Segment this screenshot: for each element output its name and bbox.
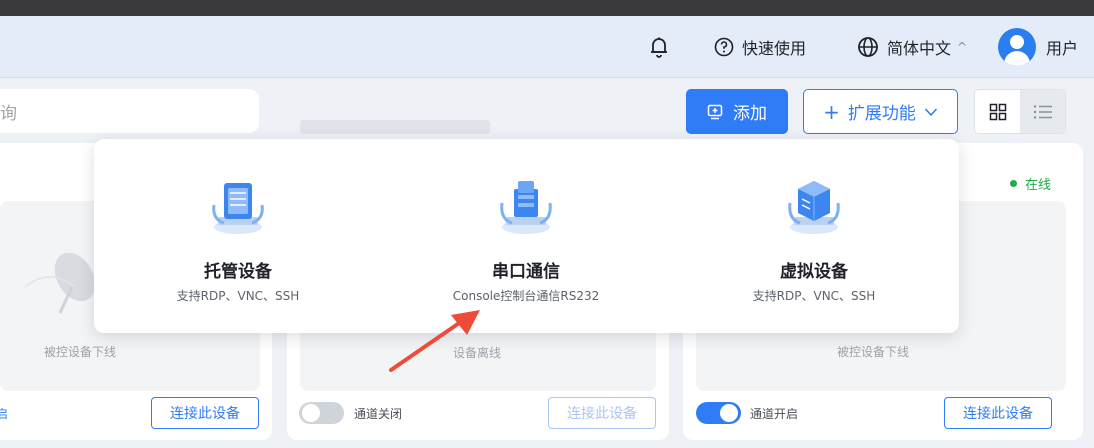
language-label: 简体中文 <box>887 39 952 58</box>
chevron-down-icon <box>924 107 937 116</box>
avatar <box>998 28 1036 66</box>
globe-icon <box>858 37 878 57</box>
managed-device-icon <box>212 183 264 234</box>
search-placeholder: 询 <box>0 103 17 124</box>
channel-status-label: 启 <box>0 407 9 421</box>
quick-start-link[interactable]: 快速使用 <box>714 16 806 78</box>
menu-item-title: 串口通信 <box>492 262 560 282</box>
help-circle-icon <box>714 37 734 57</box>
window-top-bar <box>0 0 1094 16</box>
online-label: 在线 <box>1025 178 1052 193</box>
bell-icon <box>651 37 667 58</box>
language-selector[interactable]: 简体中文 ^ <box>857 16 967 78</box>
extend-label: 扩展功能 <box>847 104 916 124</box>
menu-item-desc: 支持RDP、VNC、SSH <box>752 289 876 303</box>
serial-comm-icon <box>500 181 552 234</box>
filter-placeholder <box>300 120 490 134</box>
device-status-message: 被控设备下线 <box>44 345 117 359</box>
menu-item-desc: 支持RDP、VNC、SSH <box>176 289 300 303</box>
annotation-arrow-icon <box>389 310 480 372</box>
channel-toggle[interactable] <box>696 402 741 424</box>
menu-item-title: 托管设备 <box>204 262 272 282</box>
menu-item-title: 虚拟设备 <box>780 262 848 282</box>
menu-item-desc: Console控制台通信RS232 <box>452 289 600 303</box>
connect-device-button[interactable]: 连接此设备 <box>151 397 259 429</box>
connect-device-button[interactable]: 连接此设备 <box>548 397 656 429</box>
menu-item-serial-comm[interactable]: 串口通信 Console控制台通信RS232 <box>382 139 670 333</box>
connect-device-button[interactable]: 连接此设备 <box>944 397 1052 429</box>
add-button[interactable]: 添加 <box>686 89 788 134</box>
quick-start-label: 快速使用 <box>742 39 807 58</box>
user-label: 用户 <box>1046 39 1079 58</box>
menu-item-virtual-device[interactable]: 虚拟设备 支持RDP、VNC、SSH <box>670 139 958 333</box>
list-view-button[interactable] <box>1020 90 1065 133</box>
app-header: 快速使用 简体中文 ^ 用户 <box>0 16 1094 78</box>
add-label: 添加 <box>733 104 767 124</box>
extend-features-menu: 托管设备 支持RDP、VNC、SSH 串口通信 Console控制台通信RS23… <box>94 139 959 333</box>
add-device-icon <box>707 104 723 119</box>
view-toggle <box>974 89 1066 134</box>
user-menu[interactable]: 用户 <box>998 16 1078 78</box>
extend-features-button[interactable]: + 扩展功能 <box>803 89 958 134</box>
grid-icon <box>989 103 1006 120</box>
notification-bell-button[interactable] <box>648 16 670 78</box>
search-input[interactable]: 询 <box>0 89 259 133</box>
grid-view-button[interactable] <box>975 90 1020 133</box>
menu-item-managed-device[interactable]: 托管设备 支持RDP、VNC、SSH <box>94 139 382 333</box>
channel-toggle[interactable] <box>299 402 344 424</box>
caret-up-icon: ^ <box>957 40 968 54</box>
channel-status-label: 通道开启 <box>750 407 799 421</box>
channel-status-label: 通道关闭 <box>354 407 403 421</box>
plus-icon: + <box>823 99 840 124</box>
online-dot-icon <box>1010 180 1017 187</box>
online-status-badge: 在线 <box>1010 174 1051 193</box>
virtual-device-icon <box>788 181 840 234</box>
list-icon <box>1033 104 1052 119</box>
device-status-message: 被控设备下线 <box>837 345 910 359</box>
